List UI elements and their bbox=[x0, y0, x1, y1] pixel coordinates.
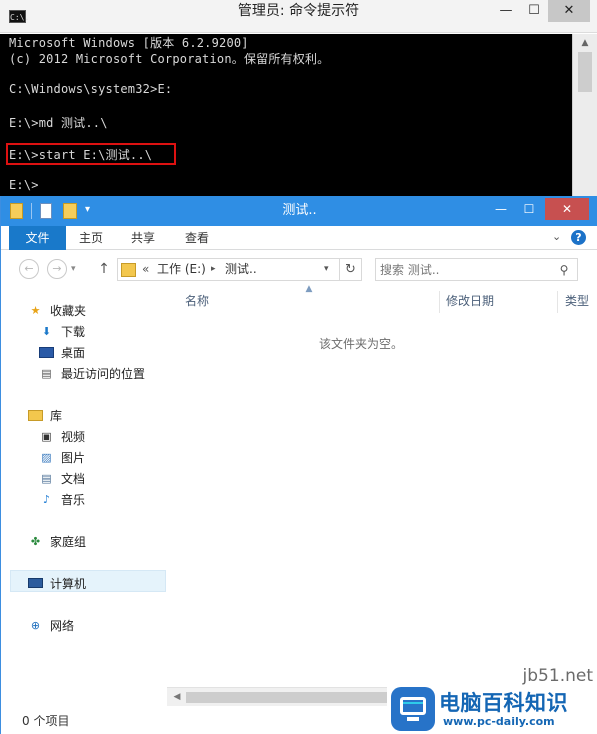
computer-icon bbox=[28, 578, 43, 588]
site-watermark: jb51.net bbox=[522, 666, 593, 686]
back-button[interactable]: ← bbox=[19, 259, 39, 279]
explorer-maximize-button[interactable]: ☐ bbox=[515, 198, 543, 220]
column-divider[interactable] bbox=[557, 291, 558, 313]
search-input[interactable] bbox=[380, 260, 550, 279]
cmd-close-button[interactable]: ✕ bbox=[548, 0, 590, 22]
cmd-window: C:\. 管理员: 命令提示符 — ☐ ✕ Microsoft Windows … bbox=[0, 0, 597, 196]
breadcrumb-folder[interactable]: 测试.. bbox=[225, 259, 257, 280]
breadcrumb-overflow[interactable]: « bbox=[142, 259, 149, 280]
tab-home[interactable]: 主页 bbox=[66, 226, 116, 250]
recent-places-icon: ▤ bbox=[41, 367, 52, 380]
library-icon bbox=[28, 410, 43, 421]
column-header-type[interactable]: 类型 bbox=[565, 292, 589, 310]
cmd-maximize-button[interactable]: ☐ bbox=[520, 0, 548, 22]
ribbon-tabs: 文件 主页 共享 查看 ⌄ ? bbox=[1, 226, 597, 250]
item-count: 0 个项目 bbox=[22, 714, 70, 728]
nav-label: 图片 bbox=[61, 451, 86, 465]
address-bar[interactable]: « 工作 (E:) ▸ 测试.. ▾ bbox=[117, 258, 340, 281]
nav-desktop[interactable]: 桌面 bbox=[36, 344, 176, 362]
nav-label: 最近访问的位置 bbox=[61, 367, 146, 381]
scrollbar-thumb[interactable] bbox=[578, 52, 592, 92]
logo-title: 电脑百科知识 bbox=[439, 691, 568, 715]
nav-label: 桌面 bbox=[61, 346, 86, 360]
nav-libraries[interactable]: 库 bbox=[25, 407, 165, 425]
nav-homegroup[interactable]: ✤ 家庭组 bbox=[25, 533, 165, 551]
console-line: E:\>md 测试..\ bbox=[9, 116, 108, 130]
empty-folder-message: 该文件夹为空。 bbox=[318, 337, 403, 351]
breadcrumb-separator-icon[interactable]: ▸ bbox=[211, 259, 216, 280]
up-one-level-button[interactable]: ↑ bbox=[96, 259, 112, 279]
logo-url: www.pc-daily.com bbox=[443, 715, 555, 728]
column-header-name[interactable]: 名称 bbox=[185, 292, 209, 310]
console-prompt: E:\> bbox=[9, 178, 39, 192]
nav-network[interactable]: ⊕ 网络 bbox=[25, 617, 165, 635]
explorer-window: ▾ 测试.. — ☐ ✕ 文件 主页 共享 查看 ⌄ ? ← → ▾ ↑ « 工… bbox=[0, 196, 597, 734]
console-line: (c) 2012 Microsoft Corporation。保留所有权利。 bbox=[9, 52, 330, 66]
folder-icon bbox=[121, 263, 136, 277]
music-icon: ♪ bbox=[42, 493, 51, 506]
nav-videos[interactable]: ▣ 视频 bbox=[36, 428, 176, 446]
document-icon: ▤ bbox=[41, 472, 52, 485]
sort-ascending-icon: ▲ bbox=[305, 284, 313, 294]
nav-computer[interactable]: 计算机 bbox=[25, 575, 165, 593]
star-icon: ★ bbox=[30, 304, 41, 317]
cmd-vertical-scrollbar[interactable]: ▲ bbox=[572, 34, 597, 196]
refresh-button[interactable]: ↻ bbox=[340, 258, 362, 281]
help-icon[interactable]: ? bbox=[571, 230, 586, 245]
site-logo: 电脑百科知识 www.pc-daily.com bbox=[387, 686, 597, 734]
nav-label: 视频 bbox=[61, 430, 86, 444]
recent-locations-dropdown-icon[interactable]: ▾ bbox=[71, 261, 81, 277]
column-header-date-modified[interactable]: 修改日期 bbox=[446, 292, 494, 310]
red-highlight-box bbox=[6, 143, 176, 165]
navigation-pane: ★ 收藏夹 ⬇ 下载 桌面 ▤ 最近访问的位置 库 ▣ 视频 ▨ 图片 ▤ 文档… bbox=[1, 287, 167, 707]
explorer-close-button[interactable]: ✕ bbox=[545, 198, 589, 220]
nav-label: 收藏夹 bbox=[50, 304, 87, 318]
nav-label: 网络 bbox=[50, 619, 75, 633]
nav-label: 下载 bbox=[61, 325, 86, 339]
nav-label: 音乐 bbox=[61, 493, 86, 507]
network-icon: ⊕ bbox=[30, 619, 41, 632]
nav-label: 库 bbox=[50, 409, 63, 423]
cmd-minimize-button[interactable]: — bbox=[492, 0, 520, 22]
scroll-up-arrow-icon[interactable]: ▲ bbox=[573, 34, 597, 52]
homegroup-icon: ✤ bbox=[30, 535, 41, 548]
explorer-titlebar[interactable]: ▾ 测试.. — ☐ ✕ bbox=[1, 196, 597, 226]
nav-label: 家庭组 bbox=[50, 535, 87, 549]
cmd-console-output[interactable]: Microsoft Windows [版本 6.2.9200] (c) 2012… bbox=[0, 34, 572, 196]
scroll-left-arrow-icon[interactable]: ◀ bbox=[171, 691, 183, 703]
nav-pictures[interactable]: ▨ 图片 bbox=[36, 449, 176, 467]
video-icon: ▣ bbox=[41, 430, 52, 443]
nav-music[interactable]: ♪ 音乐 bbox=[36, 491, 176, 509]
expand-ribbon-chevron-icon[interactable]: ⌄ bbox=[552, 229, 564, 245]
console-line: Microsoft Windows [版本 6.2.9200] bbox=[9, 36, 249, 50]
forward-button[interactable]: → bbox=[47, 259, 67, 279]
breadcrumb-drive[interactable]: 工作 (E:) bbox=[157, 259, 206, 280]
search-icon[interactable]: ⚲ bbox=[556, 262, 572, 278]
nav-label: 计算机 bbox=[50, 577, 87, 591]
nav-favorites[interactable]: ★ 收藏夹 bbox=[25, 302, 165, 320]
nav-downloads[interactable]: ⬇ 下载 bbox=[36, 323, 176, 341]
download-icon: ⬇ bbox=[41, 325, 52, 338]
cmd-titlebar[interactable]: C:\. 管理员: 命令提示符 — ☐ ✕ bbox=[0, 0, 597, 33]
console-line: C:\Windows\system32>E: bbox=[9, 82, 173, 96]
picture-icon: ▨ bbox=[41, 451, 52, 464]
explorer-minimize-button[interactable]: — bbox=[487, 198, 515, 220]
file-list-pane[interactable]: ▲ 名称 修改日期 类型 该文件夹为空。 bbox=[167, 284, 597, 707]
nav-label: 文档 bbox=[61, 472, 86, 486]
nav-recent-places[interactable]: ▤ 最近访问的位置 bbox=[36, 365, 176, 383]
tab-view[interactable]: 查看 bbox=[172, 226, 222, 250]
column-divider[interactable] bbox=[439, 291, 440, 313]
search-box[interactable]: ⚲ bbox=[375, 258, 578, 281]
nav-documents[interactable]: ▤ 文档 bbox=[36, 470, 176, 488]
monitor-logo-icon bbox=[391, 687, 435, 731]
tab-file[interactable]: 文件 bbox=[9, 226, 66, 250]
desktop-icon bbox=[39, 347, 54, 358]
address-toolbar: ← → ▾ ↑ « 工作 (E:) ▸ 测试.. ▾ ↻ ⚲ bbox=[1, 251, 597, 287]
address-dropdown-icon[interactable]: ▾ bbox=[324, 259, 329, 280]
tab-share[interactable]: 共享 bbox=[118, 226, 168, 250]
